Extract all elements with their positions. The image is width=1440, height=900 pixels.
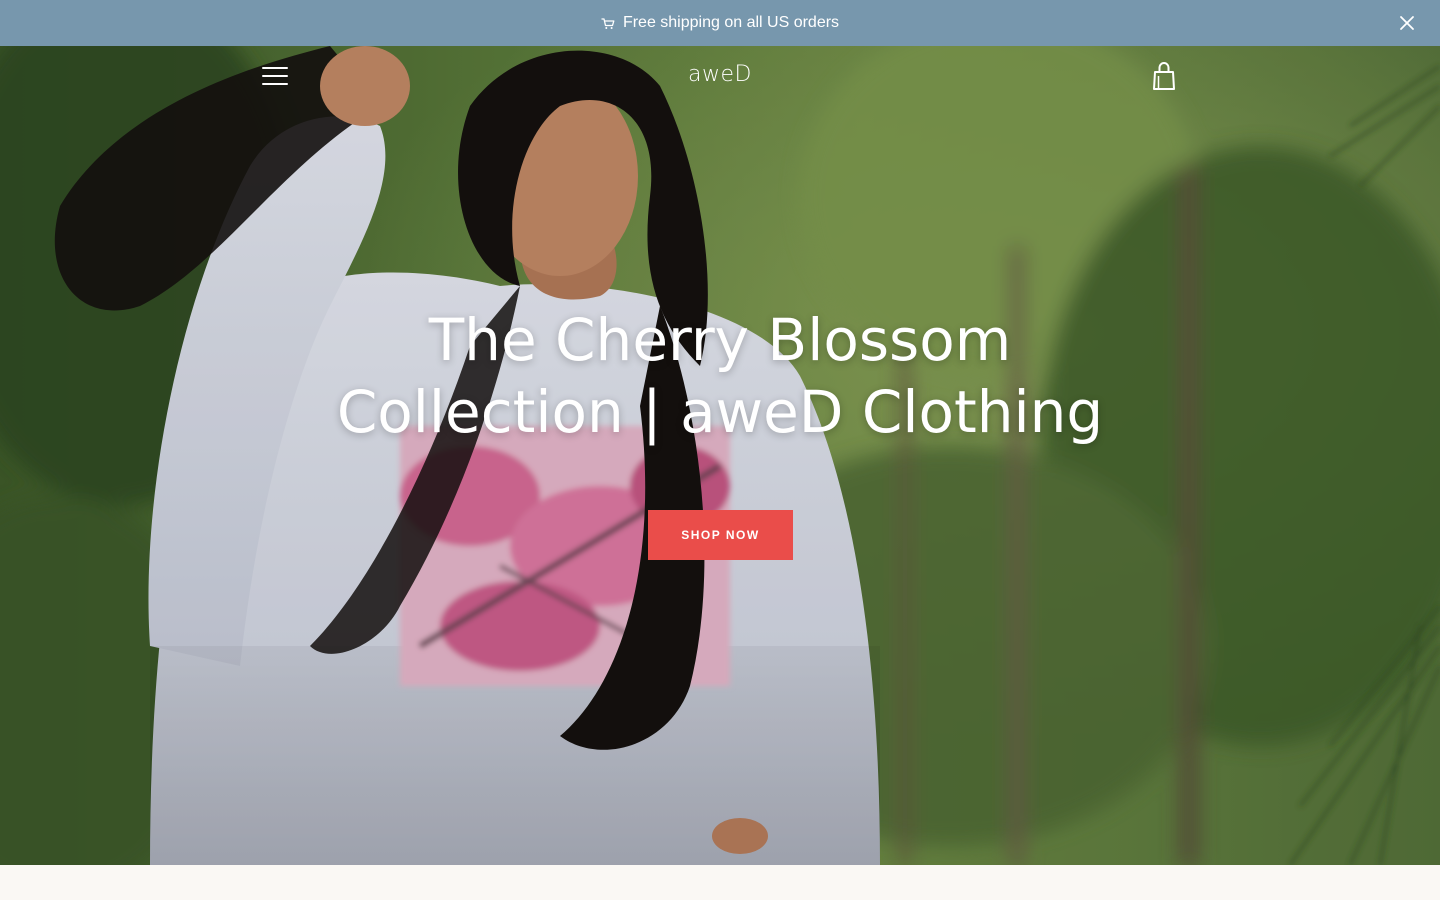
site-logo[interactable]: aweD (620, 62, 820, 87)
close-icon[interactable] (1396, 12, 1418, 34)
announcement-text: Free shipping on all US orders (622, 14, 840, 31)
next-section (0, 865, 1440, 900)
site-header: aweD (0, 46, 1440, 106)
announcement-bar: Free shipping on all US orders (0, 0, 1440, 46)
shopping-bag-icon[interactable] (1150, 61, 1178, 91)
hero-section: The Cherry Blossom Collection | aweD Clo… (0, 46, 1440, 865)
shop-now-button[interactable]: SHOP NOW (648, 510, 793, 560)
hero-image (0, 46, 1440, 865)
hero-title: The Cherry Blossom Collection | aweD Clo… (336, 306, 1104, 446)
hamburger-menu-icon[interactable] (262, 65, 288, 87)
shopping-cart-icon (601, 18, 615, 29)
